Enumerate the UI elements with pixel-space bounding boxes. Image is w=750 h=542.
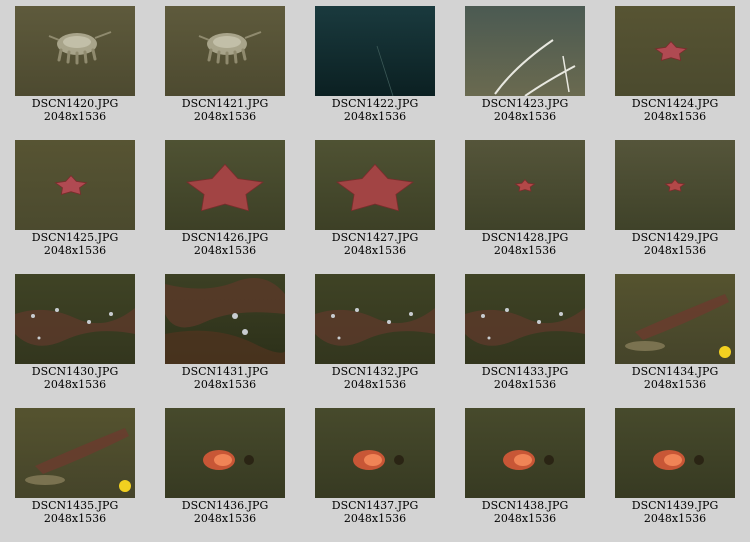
thumbnail-filename[interactable]: DSCN1423.JPG: [450, 97, 600, 110]
thumbnail-dimensions: 2048x1536: [643, 110, 707, 123]
thumbnail-item[interactable]: DSCN1432.JPG 2048x1536: [300, 268, 450, 402]
thumbnail-filename[interactable]: DSCN1439.JPG: [600, 499, 750, 512]
thumbnail-filename[interactable]: DSCN1432.JPG: [300, 365, 450, 378]
thumbnail-image[interactable]: [315, 6, 435, 96]
thumbnail-filename[interactable]: DSCN1431.JPG: [150, 365, 300, 378]
thumbnail-filename[interactable]: DSCN1426.JPG: [150, 231, 300, 244]
thumbnail-dimensions: 2048x1536: [43, 110, 107, 123]
thumbnail-dimensions: 2048x1536: [643, 512, 707, 525]
thumbnail-dimensions: 2048x1536: [493, 378, 557, 391]
thumbnail-image[interactable]: [165, 6, 285, 96]
thumbnail-image[interactable]: [165, 140, 285, 230]
thumbnail-item[interactable]: DSCN1421.JPG 2048x1536: [150, 0, 300, 134]
thumbnail-item[interactable]: DSCN1431.JPG 2048x1536: [150, 268, 300, 402]
thumbnail-item[interactable]: DSCN1420.JPG 2048x1536: [0, 0, 150, 134]
thumbnail-image[interactable]: [15, 140, 135, 230]
thumbnail-image[interactable]: [465, 274, 585, 364]
thumbnail-filename[interactable]: DSCN1427.JPG: [300, 231, 450, 244]
thumbnail-dimensions: 2048x1536: [193, 378, 257, 391]
thumbnail-item[interactable]: DSCN1430.JPG 2048x1536: [0, 268, 150, 402]
thumbnail-image[interactable]: [315, 274, 435, 364]
thumbnail-filename[interactable]: DSCN1422.JPG: [300, 97, 450, 110]
thumbnail-item[interactable]: DSCN1435.JPG 2048x1536: [0, 402, 150, 536]
thumbnail-item[interactable]: DSCN1434.JPG 2048x1536: [600, 268, 750, 402]
thumbnail-filename[interactable]: DSCN1425.JPG: [0, 231, 150, 244]
thumbnail-image[interactable]: [465, 408, 585, 498]
thumbnail-dimensions: 2048x1536: [193, 244, 257, 257]
thumbnail-dimensions: 2048x1536: [43, 512, 107, 525]
thumbnail-item[interactable]: DSCN1423.JPG 2048x1536: [450, 0, 600, 134]
thumbnail-image[interactable]: [15, 408, 135, 498]
thumbnail-item[interactable]: DSCN1428.JPG 2048x1536: [450, 134, 600, 268]
thumbnail-item[interactable]: DSCN1426.JPG 2048x1536: [150, 134, 300, 268]
thumbnail-dimensions: 2048x1536: [493, 110, 557, 123]
thumbnail-dimensions: 2048x1536: [343, 110, 407, 123]
thumbnail-dimensions: 2048x1536: [493, 512, 557, 525]
thumbnail-dimensions: 2048x1536: [493, 244, 557, 257]
thumbnail-image[interactable]: [615, 408, 735, 498]
thumbnail-image[interactable]: [615, 140, 735, 230]
thumbnail-filename[interactable]: DSCN1429.JPG: [600, 231, 750, 244]
thumbnail-dimensions: 2048x1536: [193, 512, 257, 525]
thumbnail-image[interactable]: [315, 408, 435, 498]
thumbnail-dimensions: 2048x1536: [343, 512, 407, 525]
thumbnail-image[interactable]: [615, 6, 735, 96]
thumbnail-image[interactable]: [15, 274, 135, 364]
thumbnail-dimensions: 2048x1536: [343, 244, 407, 257]
thumbnail-image[interactable]: [165, 274, 285, 364]
thumbnail-filename[interactable]: DSCN1436.JPG: [150, 499, 300, 512]
thumbnail-item[interactable]: DSCN1433.JPG 2048x1536: [450, 268, 600, 402]
thumbnail-filename[interactable]: DSCN1433.JPG: [450, 365, 600, 378]
thumbnail-item[interactable]: DSCN1439.JPG 2048x1536: [600, 402, 750, 536]
thumbnail-dimensions: 2048x1536: [643, 244, 707, 257]
thumbnail-filename[interactable]: DSCN1420.JPG: [0, 97, 150, 110]
thumbnail-filename[interactable]: DSCN1424.JPG: [600, 97, 750, 110]
thumbnail-item[interactable]: DSCN1422.JPG 2048x1536: [300, 0, 450, 134]
thumbnail-dimensions: 2048x1536: [643, 378, 707, 391]
thumbnail-filename[interactable]: DSCN1428.JPG: [450, 231, 600, 244]
thumbnail-image[interactable]: [465, 140, 585, 230]
thumbnail-item[interactable]: DSCN1427.JPG 2048x1536: [300, 134, 450, 268]
thumbnail-filename[interactable]: DSCN1430.JPG: [0, 365, 150, 378]
thumbnail-dimensions: 2048x1536: [43, 244, 107, 257]
thumbnail-item[interactable]: DSCN1424.JPG 2048x1536: [600, 0, 750, 134]
thumbnail-dimensions: 2048x1536: [193, 110, 257, 123]
thumbnail-filename[interactable]: DSCN1421.JPG: [150, 97, 300, 110]
thumbnail-image[interactable]: [165, 408, 285, 498]
thumbnail-image[interactable]: [615, 274, 735, 364]
thumbnail-filename[interactable]: DSCN1437.JPG: [300, 499, 450, 512]
thumbnail-dimensions: 2048x1536: [43, 378, 107, 391]
thumbnail-item[interactable]: DSCN1438.JPG 2048x1536: [450, 402, 600, 536]
thumbnail-filename[interactable]: DSCN1435.JPG: [0, 499, 150, 512]
thumbnail-item[interactable]: DSCN1425.JPG 2048x1536: [0, 134, 150, 268]
thumbnail-filename[interactable]: DSCN1434.JPG: [600, 365, 750, 378]
thumbnail-gallery: DSCN1420.JPG 2048x1536 DSCN1421.JPG 2048…: [0, 0, 750, 542]
thumbnail-item[interactable]: DSCN1429.JPG 2048x1536: [600, 134, 750, 268]
thumbnail-dimensions: 2048x1536: [343, 378, 407, 391]
thumbnail-item[interactable]: DSCN1437.JPG 2048x1536: [300, 402, 450, 536]
thumbnail-item[interactable]: DSCN1436.JPG 2048x1536: [150, 402, 300, 536]
thumbnail-filename[interactable]: DSCN1438.JPG: [450, 499, 600, 512]
thumbnail-image[interactable]: [15, 6, 135, 96]
thumbnail-image[interactable]: [465, 6, 585, 96]
thumbnail-image[interactable]: [315, 140, 435, 230]
